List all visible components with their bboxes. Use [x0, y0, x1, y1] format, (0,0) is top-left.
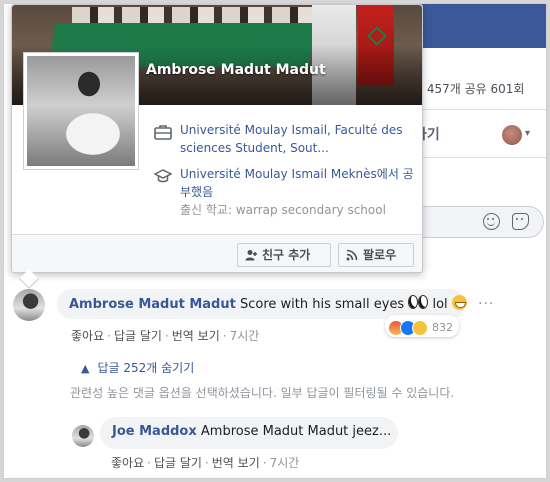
like-link[interactable]: 좋아요: [71, 329, 104, 343]
comment-text-tail: lol: [428, 297, 452, 312]
reply-link[interactable]: 답글 달기: [154, 456, 202, 470]
timestamp[interactable]: 7시간: [270, 456, 300, 470]
reply-bubble: Joe Maddox Ambrose Madut Madut jeez...: [100, 417, 398, 449]
reply-text: Ambrose Madut Madut jeez...: [196, 424, 392, 439]
filter-notice: 관련성 높은 댓글 옵션을 선택하셨습니다. 일부 답글이 필터링될 수 있습니…: [70, 386, 455, 400]
screenshot-frame: 글 457개 공유 601회 하기 ▾ Ambrose Madut Madut: [3, 3, 547, 479]
timestamp[interactable]: 7시간: [230, 329, 260, 343]
add-friend-icon: [245, 250, 257, 261]
school-text: 출신 학교: warrap secondary school: [180, 203, 386, 217]
follow-button[interactable]: 팔로우: [338, 243, 414, 267]
viewer-avatar[interactable]: [502, 125, 522, 145]
haha-reaction-icon: [412, 319, 428, 336]
profile-picture[interactable]: [23, 52, 139, 170]
education-row: Université Moulay Ismail Meknès에서 공부했음 출…: [152, 165, 420, 219]
profile-name[interactable]: Ambrose Madut Madut: [146, 62, 326, 78]
profile-info: Université Moulay Ismail, Faculté des sc…: [152, 121, 420, 227]
post-stats[interactable]: 글 457개 공유 601회: [412, 80, 524, 97]
reactions-summary[interactable]: 832: [385, 315, 459, 337]
top-navbar: [420, 4, 546, 48]
chevron-down-icon[interactable]: ▾: [525, 128, 530, 139]
translate-link[interactable]: 번역 보기: [172, 329, 220, 343]
hide-replies-link[interactable]: ▲ 답글 252개 숨기기: [81, 359, 194, 376]
avatar[interactable]: [72, 425, 94, 447]
briefcase-icon: [154, 125, 172, 140]
like-link[interactable]: 좋아요: [111, 456, 144, 470]
comment-text: Score with his small eyes: [235, 297, 409, 312]
profile-hover-card: Ambrose Madut Madut Université Moulay Is…: [11, 4, 423, 273]
avatar[interactable]: [13, 289, 45, 321]
hide-replies-label: 답글 252개 숨기기: [97, 361, 195, 375]
graduation-cap-icon: [154, 169, 172, 183]
comment-author[interactable]: Ambrose Madut Madut: [69, 297, 236, 312]
education-link[interactable]: Université Moulay Ismail Meknès에서 공부했음: [180, 165, 420, 201]
card-footer: 친구 추가 팔로우: [12, 234, 422, 272]
add-friend-button[interactable]: 친구 추가: [237, 243, 331, 267]
divider: [412, 109, 546, 110]
grin-emoji: [451, 295, 467, 310]
follow-rss-icon: [346, 249, 358, 261]
comment-actions: 좋아요 · 답글 달기 · 번역 보기 · 7시간: [71, 329, 260, 343]
reply-actions: 좋아요 · 답글 달기 · 번역 보기 · 7시간: [111, 456, 300, 470]
add-friend-label: 친구 추가: [262, 248, 311, 262]
eyes-emoji: [408, 295, 429, 309]
follow-label: 팔로우: [363, 248, 397, 262]
translate-link[interactable]: 번역 보기: [212, 456, 260, 470]
divider: [412, 157, 546, 158]
work-row: Université Moulay Ismail, Faculté des sc…: [152, 121, 420, 157]
more-options-icon[interactable]: ···: [478, 296, 494, 312]
work-link[interactable]: Université Moulay Ismail, Faculté des sc…: [180, 121, 420, 157]
reply-author[interactable]: Joe Maddox: [112, 424, 197, 439]
smiley-icon[interactable]: [483, 213, 500, 230]
reply-link[interactable]: 답글 달기: [114, 329, 162, 343]
reaction-count: 832: [432, 321, 453, 334]
chevron-up-icon: ▲: [81, 362, 90, 375]
